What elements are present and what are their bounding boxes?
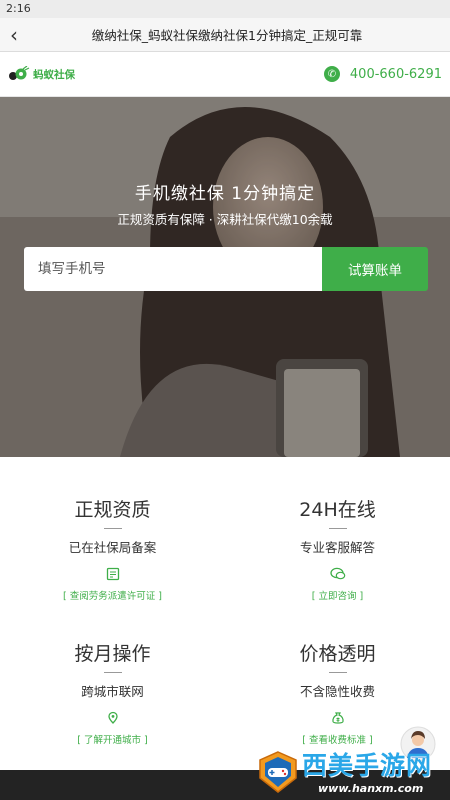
certificate-icon <box>106 567 119 581</box>
phone-number[interactable]: 400-660-6291 <box>350 67 442 82</box>
money-bag-icon <box>331 712 344 724</box>
hero-title: 手机缴社保 1分钟搞定 <box>134 184 316 204</box>
ant-logo-icon <box>9 66 30 80</box>
feature-title: 按月操作 <box>74 643 151 665</box>
watermark-url: www.hanxm.com <box>318 782 424 795</box>
feature-desc: 已在社保局备案 <box>68 540 157 555</box>
feature-monthly: 按月操作 跨城市联网 [ 了解开通城市 ] <box>0 639 225 746</box>
quote-form: 试算账单 <box>24 247 428 291</box>
feature-desc: 专业客服解答 <box>299 540 375 555</box>
feature-title: 价格透明 <box>299 643 376 665</box>
hero-subtitle: 正规资质有保障 · 深耕社保代缴10余载 <box>117 212 333 227</box>
consult-link[interactable]: [ 立即咨询 ] <box>225 588 450 602</box>
license-link[interactable]: [ 查阅劳务派遣许可证 ] <box>0 588 225 602</box>
feature-desc: 跨城市联网 <box>81 684 144 699</box>
gamepad-badge-icon <box>259 751 297 793</box>
watermark-text: 西美手游网 <box>302 751 433 780</box>
page-title: 缴纳社保_蚂蚁社保缴纳社保1分钟搞定_正规可靠 <box>91 28 363 43</box>
phone-contact[interactable]: ✆ 400-660-6291 <box>323 66 442 82</box>
feature-qualification: 正规资质 已在社保局备案 [ 查阅劳务派遣许可证 ] <box>0 495 225 602</box>
cities-link[interactable]: [ 了解开通城市 ] <box>0 732 225 746</box>
feature-title: 正规资质 <box>74 499 151 521</box>
back-arrow-icon[interactable]: ‹ <box>10 20 30 50</box>
feature-divider <box>103 672 122 673</box>
feature-divider <box>328 528 347 529</box>
site-header: 蚂蚁社保 ✆ 400-660-6291 <box>0 52 450 97</box>
site-watermark: 西美手游网 www.hanxm.com <box>250 740 450 800</box>
hero-banner: 手机缴社保 1分钟搞定 正规资质有保障 · 深耕社保代缴10余载 试算账单 <box>0 97 450 457</box>
calculate-bill-button[interactable]: 试算账单 <box>322 247 428 291</box>
location-icon <box>107 711 118 724</box>
browser-nav-bar: ‹ 缴纳社保_蚂蚁社保缴纳社保1分钟搞定_正规可靠 <box>0 18 450 52</box>
status-time: 2:16 <box>6 2 31 15</box>
feature-title: 24H在线 <box>299 499 376 521</box>
feature-divider <box>328 672 347 673</box>
feature-desc: 不含隐性收费 <box>299 684 375 699</box>
logo-text: 蚂蚁社保 <box>33 68 75 81</box>
status-bar: 2:16 <box>0 0 450 18</box>
logo[interactable]: 蚂蚁社保 <box>8 66 75 82</box>
features-grid: 正规资质 已在社保局备案 [ 查阅劳务派遣许可证 ] 24H在线 专业客服解答 … <box>0 457 450 770</box>
phone-icon: ✆ <box>323 66 340 82</box>
feature-online-support: 24H在线 专业客服解答 [ 立即咨询 ] <box>225 495 450 602</box>
feature-divider <box>103 528 122 529</box>
chat-icon <box>329 567 345 580</box>
phone-input[interactable] <box>24 247 322 291</box>
